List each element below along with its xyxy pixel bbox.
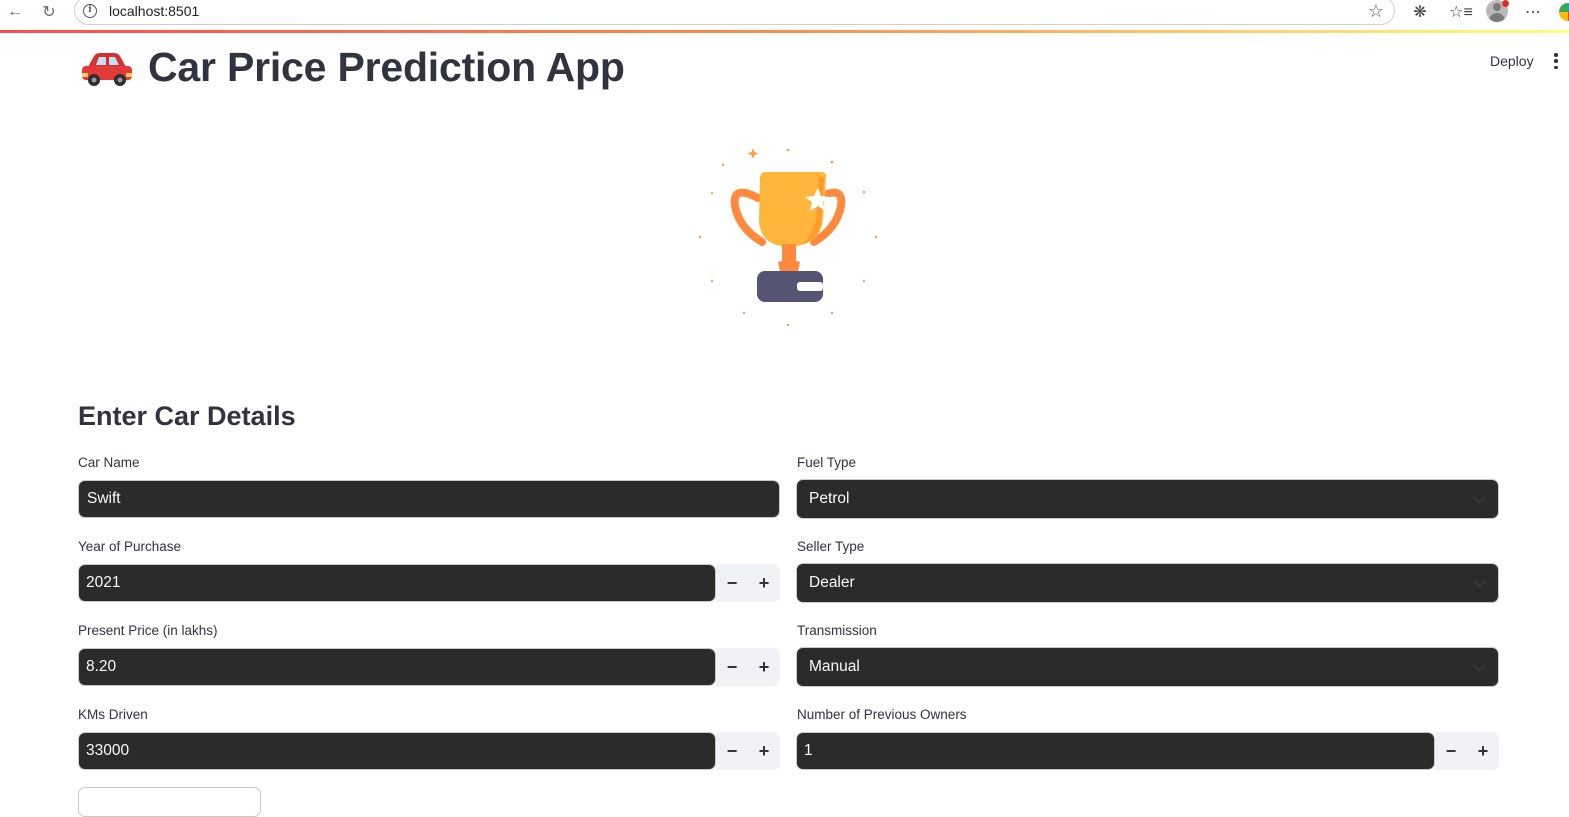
browser-toolbar: ← ↻ i localhost:8501 ☆ ❋ ☆≡ ⋯ (0, 0, 1569, 31)
page-title-text: Car Price Prediction App (148, 44, 625, 90)
present-price-label: Present Price (in lakhs) (78, 623, 218, 638)
year-stepper: − + (716, 564, 780, 602)
loading-progress-bar (0, 30, 1569, 33)
owners-stepper: − + (1435, 732, 1499, 770)
decrement-button[interactable]: − (1435, 732, 1467, 770)
chevron-down-icon (1473, 491, 1486, 504)
car-icon (82, 52, 132, 86)
predict-button[interactable] (78, 787, 261, 817)
chevron-down-icon (1473, 575, 1486, 588)
more-options-icon[interactable]: ⋯ (1520, 0, 1546, 24)
transmission-label: Transmission (797, 623, 877, 638)
owners-label: Number of Previous Owners (797, 707, 967, 722)
copilot-icon[interactable] (1559, 3, 1569, 21)
car-name-label: Car Name (78, 455, 140, 470)
increment-button[interactable]: + (748, 648, 780, 686)
url-text: localhost:8501 (109, 3, 200, 19)
section-heading: Enter Car Details (78, 401, 296, 431)
seller-type-label: Seller Type (797, 539, 865, 554)
increment-button[interactable]: + (748, 732, 780, 770)
notification-dot (1502, 0, 1509, 7)
kms-driven-label: KMs Driven (78, 707, 148, 722)
kms-driven-stepper: − + (716, 732, 780, 770)
decrement-button[interactable]: − (716, 732, 748, 770)
increment-button[interactable]: + (1467, 732, 1499, 770)
trophy-icon (698, 148, 878, 327)
address-bar[interactable]: i localhost:8501 ☆ (74, 0, 1395, 25)
car-name-input[interactable]: Swift (78, 480, 780, 518)
deploy-button[interactable]: Deploy (1480, 50, 1544, 72)
chevron-down-icon (1473, 659, 1486, 672)
fuel-type-select[interactable]: Petrol (796, 479, 1499, 519)
reload-icon[interactable]: ↻ (38, 2, 60, 22)
year-input[interactable]: 2021 (78, 564, 716, 602)
seller-type-select[interactable]: Dealer (796, 563, 1499, 603)
main-menu-icon[interactable] (1548, 52, 1564, 70)
decrement-button[interactable]: − (716, 648, 748, 686)
page-title: Car Price Prediction App (80, 44, 625, 91)
fuel-type-value: Petrol (809, 490, 850, 507)
decrement-button[interactable]: − (716, 564, 748, 602)
seller-type-value: Dealer (809, 574, 855, 591)
bookmark-star-icon[interactable]: ☆ (1368, 1, 1384, 22)
increment-button[interactable]: + (748, 564, 780, 602)
owners-input[interactable]: 1 (796, 732, 1435, 770)
back-icon[interactable]: ← (4, 2, 26, 22)
extensions-icon[interactable]: ❋ (1407, 0, 1433, 24)
favorites-icon[interactable]: ☆≡ (1448, 0, 1474, 24)
kms-driven-input[interactable]: 33000 (78, 732, 716, 770)
transmission-value: Manual (809, 658, 860, 675)
site-info-icon[interactable]: i (83, 4, 97, 18)
present-price-stepper: − + (716, 648, 780, 686)
fuel-type-label: Fuel Type (797, 455, 857, 470)
transmission-select[interactable]: Manual (796, 647, 1499, 687)
present-price-input[interactable]: 8.20 (78, 648, 716, 686)
year-label: Year of Purchase (78, 539, 182, 554)
